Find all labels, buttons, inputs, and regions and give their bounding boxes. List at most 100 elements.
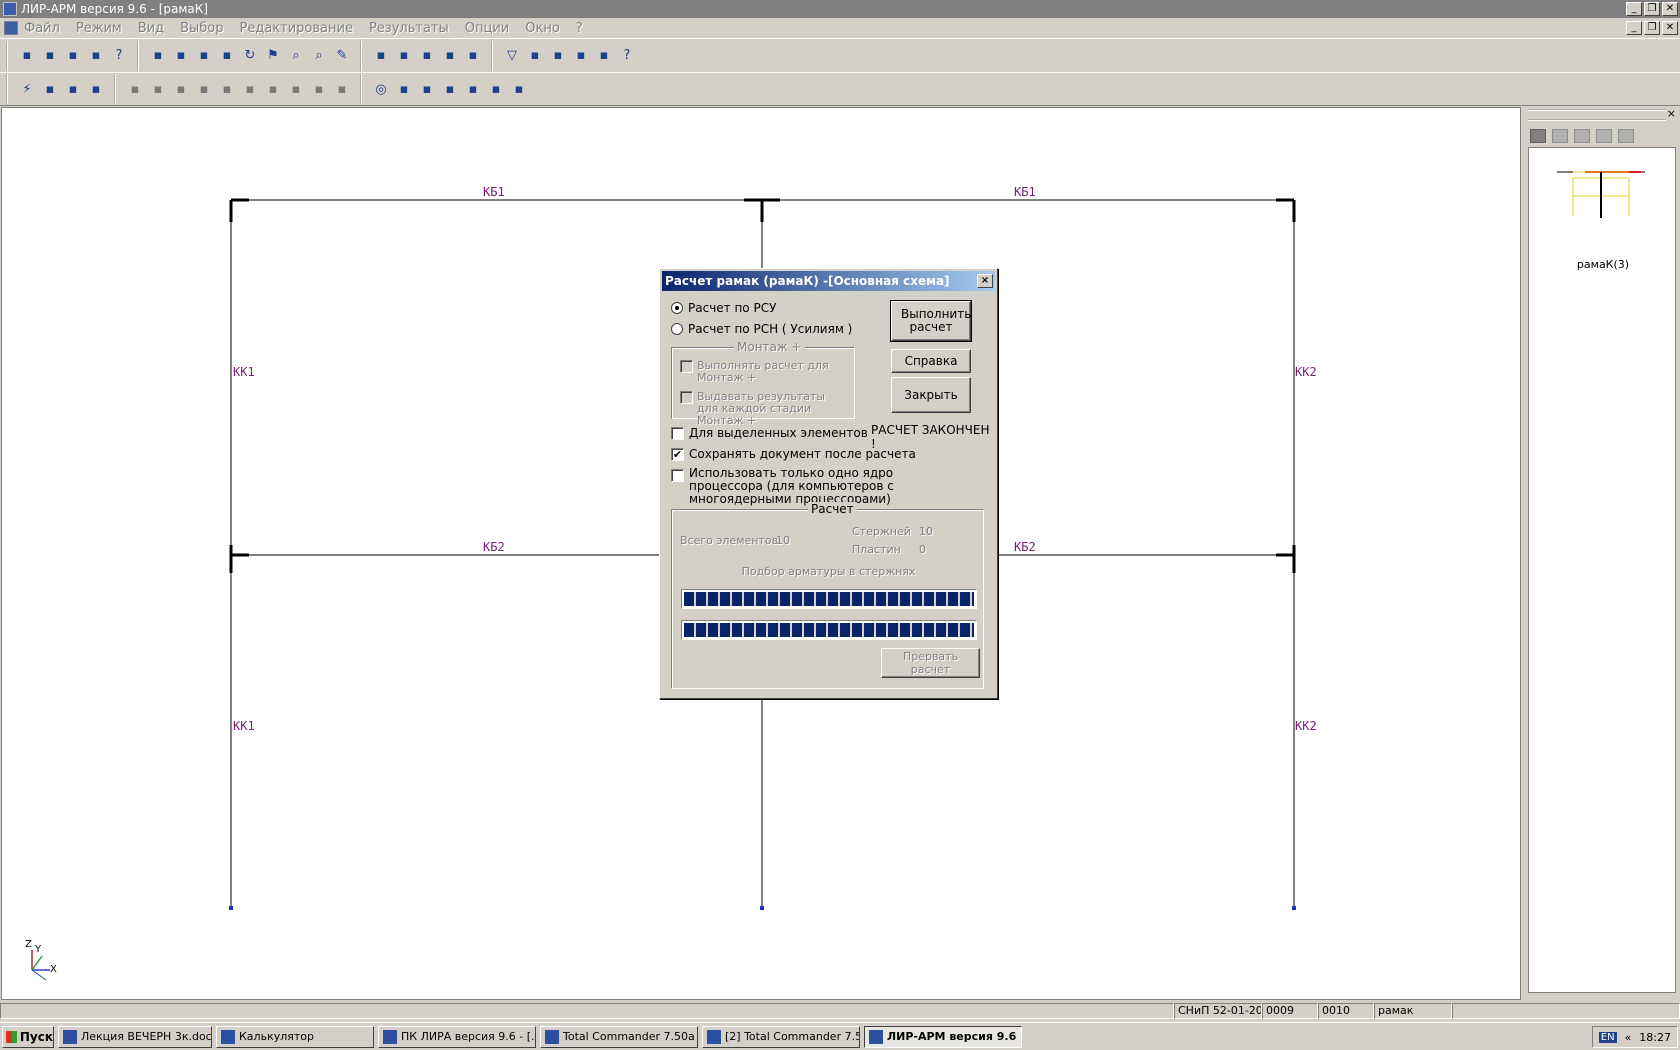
save-document-box[interactable]: ✔ [671,447,684,461]
taskbar-item-total-commander-2[interactable]: [2] Total Commander 7.5... [702,1025,860,1048]
node-icon[interactable]: ▪ [524,45,546,67]
single-core-checkbox[interactable]: Использовать только одно ядро процессора… [671,467,959,506]
zoom-window-icon[interactable]: ▪ [547,45,569,67]
flag-icon[interactable]: ⚑ [262,45,284,67]
menu-view[interactable]: Вид [138,21,164,36]
taskbar-item-total-commander[interactable]: Total Commander 7.50a ... [540,1025,698,1048]
montage-results-checkbox[interactable]: Выдавать результаты для каждой стадии Мо… [680,391,847,427]
window-titlebar[interactable]: ЛИР-АРМ версия 9.6 - [рамаК] _ ❐ ✕ [0,0,1680,18]
doc10-icon[interactable]: ▪ [331,78,353,100]
restore-button[interactable]: ❐ [1644,2,1660,16]
selected-elements-checkbox[interactable]: Для выделенных элементов [671,426,868,440]
zoom-out-icon[interactable]: ⌕ [308,45,330,67]
hammer-icon[interactable]: ▪ [393,45,415,67]
doc-close-button[interactable]: ✕ [1662,21,1678,35]
doc9-icon[interactable]: ▪ [308,78,330,100]
doc7-icon[interactable]: ▪ [262,78,284,100]
doc2-icon[interactable]: ▪ [147,78,169,100]
panel-gripper[interactable] [1528,109,1666,121]
close-window-button[interactable]: ✕ [1662,2,1678,16]
doc8-icon[interactable]: ▪ [285,78,307,100]
save-icon[interactable] [1552,129,1568,143]
print-icon[interactable] [1618,129,1634,143]
app-icon[interactable] [3,2,17,16]
figure-icon[interactable]: ▪ [593,45,615,67]
rotate-icon[interactable]: ↻ [239,45,261,67]
radio-rsn[interactable]: Расчет по РСН ( Усилиям ) [671,322,852,336]
tee-icon[interactable]: ▪ [462,78,484,100]
taskbar-item-calculator[interactable]: Калькулятор [216,1025,374,1048]
menu-edit[interactable]: Редактирование [240,21,353,36]
filter-icon[interactable]: ▽ [501,45,523,67]
save-icon[interactable]: ▪ [85,45,107,67]
panel-close-button[interactable]: × [1667,107,1676,120]
copy-icon[interactable] [1574,129,1590,143]
hammer2-icon[interactable]: ▪ [416,45,438,67]
taskbar-item-lir-arm[interactable]: ЛИР-АРМ версия 9.6 ... [864,1025,1022,1048]
doc3-icon[interactable]: ▪ [170,78,192,100]
montage-calc-checkbox[interactable]: Выполнять расчет для Монтаж + [680,360,847,384]
help-icon[interactable]: ? [108,45,130,67]
run-calculation-button[interactable]: Выполнить расчет [890,300,972,342]
radio-rsn-dot[interactable] [671,323,683,335]
menu-help[interactable]: ? [576,21,583,36]
start-button[interactable]: Пуск [2,1025,54,1048]
zoom-all-icon[interactable]: ▪ [570,45,592,67]
help-pointer-icon[interactable]: ? [616,45,638,67]
gears-icon[interactable]: ▪ [462,45,484,67]
close-dialog-button[interactable]: Закрыть [891,377,971,413]
image-icon[interactable] [1596,129,1612,143]
menu-results[interactable]: Результаты [369,21,449,36]
help-button[interactable]: Справка [891,349,971,373]
taskbar-item-lira[interactable]: ПК ЛИРА версия 9.6 - [... [378,1025,536,1048]
abort-calculation-button[interactable]: Прервать расчет [881,648,980,678]
tray-expand-button[interactable]: « [1625,1031,1632,1044]
table-icon[interactable]: ▪ [485,78,507,100]
montage-calc-box[interactable] [680,360,693,373]
tool-icon[interactable]: ▪ [439,45,461,67]
frame-icon[interactable]: ▪ [85,78,107,100]
beam-icon[interactable]: ▪ [39,78,61,100]
camera-icon[interactable] [1530,129,1546,143]
document-icon[interactable] [4,21,18,35]
doc-icon[interactable]: ▪ [124,78,146,100]
doc4-icon[interactable]: ▪ [193,78,215,100]
single-core-box[interactable] [671,469,684,482]
menu-options[interactable]: Опции [465,21,509,36]
xy-view-icon[interactable]: ▪ [193,45,215,67]
doc6-icon[interactable]: ▪ [239,78,261,100]
pencil-icon[interactable]: ✎ [331,45,353,67]
doc5-icon[interactable]: ▪ [216,78,238,100]
radio-rsu-dot[interactable] [671,302,683,314]
radio-rsu[interactable]: Расчет по РСУ [671,301,776,315]
language-indicator[interactable]: EN [1598,1031,1617,1043]
report-icon[interactable]: ▪ [508,78,530,100]
column-icon[interactable]: ▪ [62,78,84,100]
slab-icon[interactable]: ▪ [439,78,461,100]
minimize-button[interactable]: _ [1626,2,1642,16]
xz-view-icon[interactable]: ▪ [170,45,192,67]
import-icon[interactable]: ▪ [62,45,84,67]
menu-file[interactable]: Файл [24,21,60,36]
yz-view-icon[interactable]: ▪ [216,45,238,67]
zoom-icon[interactable]: ⌕ [285,45,307,67]
schema-preview[interactable]: рамаК(3) [1528,147,1676,993]
selected-elements-box[interactable] [671,426,684,440]
open-icon[interactable]: ▪ [39,45,61,67]
glasses-icon[interactable]: ◎ [370,78,392,100]
montage-results-box[interactable] [680,391,693,404]
dialog-close-button[interactable]: × [977,274,993,288]
taskbar-item-word[interactable]: Лекция ВЕЧЕРН 3к.doc ... [58,1025,212,1048]
hand-icon[interactable]: ▪ [370,45,392,67]
axes-icon[interactable]: ▪ [147,45,169,67]
doc-minimize-button[interactable]: _ [1626,21,1642,35]
menu-mode[interactable]: Режим [76,21,122,36]
rebar-icon[interactable]: ▪ [416,78,438,100]
new-icon[interactable]: ▪ [16,45,38,67]
section-icon[interactable]: ▪ [393,78,415,100]
lightning-icon[interactable]: ⚡ [16,78,38,100]
dialog-titlebar[interactable]: Расчет рамак (рамаК) -[Основная схема] × [662,271,995,291]
menu-select[interactable]: Выбор [180,21,223,36]
doc-restore-button[interactable]: ❐ [1644,21,1660,35]
menu-window[interactable]: Окно [525,21,560,36]
